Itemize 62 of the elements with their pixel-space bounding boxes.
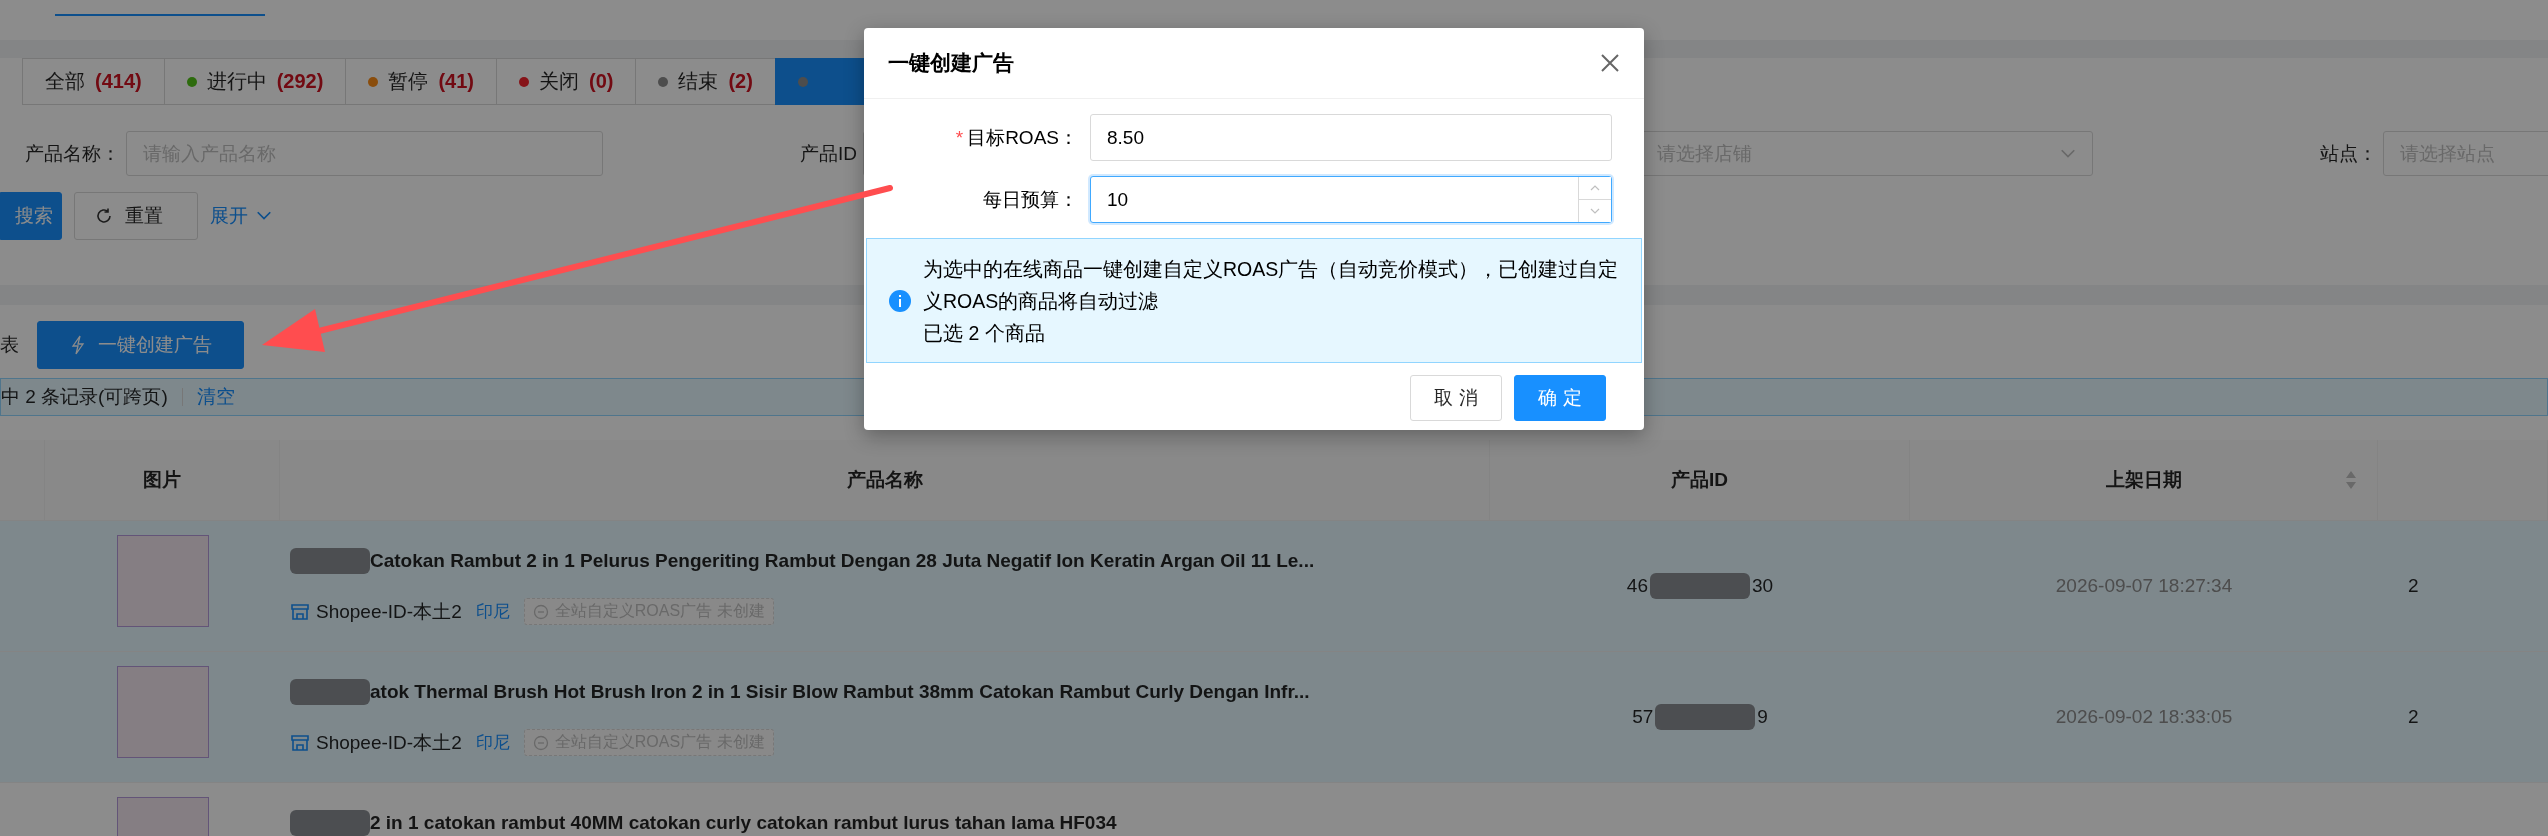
- status-tab[interactable]: 关闭 (0): [496, 58, 637, 105]
- field-label: 每日预算：: [983, 188, 1078, 210]
- tab-count: (41): [438, 70, 474, 93]
- close-icon[interactable]: [1600, 53, 1620, 73]
- store-icon: [290, 601, 310, 622]
- id-fragment: 46: [1626, 575, 1648, 597]
- shop-label: Shopee-ID-本土2: [290, 598, 462, 625]
- tab-label: 全部: [45, 69, 85, 94]
- id-fragment: 30: [1752, 575, 1774, 597]
- field-label: 产品名称：: [25, 141, 120, 166]
- status-tab[interactable]: 暂停 (41): [345, 58, 497, 105]
- store-icon: [290, 732, 310, 753]
- search-button[interactable]: 搜索: [0, 192, 62, 240]
- list-title: 表: [0, 333, 19, 357]
- table-cell: 2: [2408, 706, 2419, 728]
- notice-text: 为选中的在线商品一键创建自定义ROAS广告（自动竞价模式），已创建过自定义ROAS的商品将自动过滤: [923, 256, 1620, 314]
- tab-count: (292): [276, 70, 324, 93]
- id-fragment: 57: [1632, 706, 1654, 728]
- info-icon: [889, 289, 911, 312]
- product-title: Catokan Rambut 2 in 1 Pelurus Pengeriting Rambut Dengan 28 Juta Negatif Ion Keratin Argan Oil 11 Le...: [370, 550, 1315, 572]
- budget-field[interactable]: 10: [1090, 176, 1612, 223]
- tab-label: 关闭: [539, 69, 579, 94]
- shop-label: Shopee-ID-本土2: [290, 729, 462, 756]
- column-header: 产品ID: [1671, 468, 1728, 492]
- tab-label: 进行中: [206, 69, 267, 94]
- tab-label: 暂停: [388, 69, 429, 94]
- required-mark: *: [955, 126, 964, 148]
- id-fragment: 9: [1757, 706, 1768, 728]
- column-header: 上架日期: [2105, 468, 2182, 492]
- notice-text: 已选 2 个商品: [923, 320, 1046, 346]
- field-label: 目标ROAS：: [967, 126, 1078, 148]
- tab-count: (0): [589, 70, 614, 93]
- dialog-title: 一键创建广告: [888, 50, 1014, 76]
- lightning-icon: [69, 335, 86, 355]
- tab-label: 结束: [678, 69, 719, 94]
- tab-count: (2): [728, 70, 753, 93]
- spinner-control[interactable]: [1578, 177, 1611, 222]
- table-row[interactable]: 2 in 1 catokan rambut 40MM catokan curly catokan rambut lurus tahan lama HF034: [0, 783, 2548, 836]
- product-title: atok Thermal Brush Hot Brush Iron 2 in 1 Sisir Blow Rambut 38mm Catokan Rambut Curly Dengan Infr...: [370, 681, 1310, 703]
- minus-circle-icon: [532, 734, 549, 751]
- column-header: 图片: [143, 468, 181, 492]
- minus-circle-icon: [532, 603, 549, 620]
- status-tab[interactable]: 全部 (414): [22, 58, 165, 105]
- tab-count: (414): [95, 70, 142, 93]
- status-tab[interactable]: 进行中 (292): [163, 58, 347, 105]
- status-tab[interactable]: 结束 (2): [635, 58, 776, 105]
- field-label: 产品ID: [800, 141, 857, 166]
- confirm-button[interactable]: 确 定: [1514, 375, 1606, 421]
- selection-count: 中 2 条记录(可跨页): [1, 385, 168, 409]
- refresh-icon: [95, 207, 113, 225]
- listed-date: 2026-09-07 18:27:34: [2055, 575, 2233, 597]
- roas-field[interactable]: 8.50: [1090, 114, 1612, 161]
- reset-button[interactable]: 重置: [74, 192, 198, 240]
- chevron-down-icon: [256, 211, 272, 221]
- table-cell: 2: [2408, 575, 2419, 597]
- listed-date: 2026-09-02 18:33:05: [2055, 706, 2233, 728]
- column-header: 产品名称: [846, 468, 923, 492]
- sort-icon[interactable]: [2345, 469, 2357, 491]
- field-label: 站点：: [2320, 141, 2377, 166]
- chevron-down-icon: [2060, 148, 2076, 159]
- product-title: 2 in 1 catokan rambut 40MM catokan curly catokan rambut lurus tahan lama HF034: [370, 812, 1117, 834]
- cancel-button[interactable]: 取 消: [1410, 375, 1502, 421]
